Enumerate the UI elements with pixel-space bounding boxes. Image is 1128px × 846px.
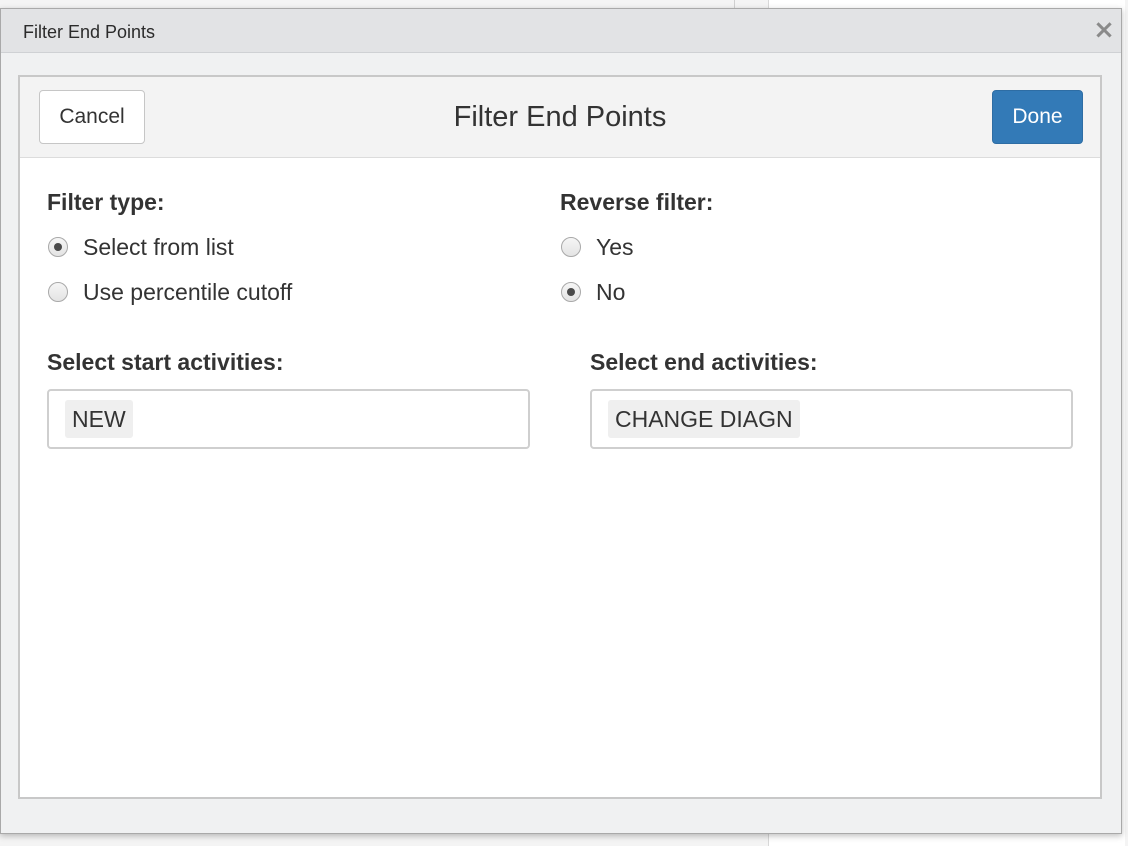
radio-reverse-no[interactable]: No	[561, 277, 625, 307]
selected-activity-chip[interactable]: CHANGE DIAGN	[608, 400, 800, 438]
end-activities-label: Select end activities:	[590, 349, 818, 375]
radio-use-percentile-cutoff[interactable]: Use percentile cutoff	[48, 277, 292, 307]
reverse-filter-label: Reverse filter:	[560, 189, 714, 215]
radio-reverse-yes[interactable]: Yes	[561, 232, 634, 262]
start-activities-select[interactable]: NEW	[47, 389, 530, 449]
radio-label: Yes	[596, 233, 634, 260]
radio-button-icon[interactable]	[48, 282, 68, 302]
filter-dialog-window: Filter End Points × Cancel Filter End Po…	[0, 8, 1122, 834]
radio-select-from-list[interactable]: Select from list	[48, 232, 234, 262]
done-button[interactable]: Done	[992, 90, 1083, 144]
filter-modal: Cancel Filter End Points Done Filter typ…	[18, 75, 1102, 799]
modal-title: Filter End Points	[453, 101, 667, 133]
selected-activity-chip[interactable]: NEW	[65, 400, 133, 438]
radio-button-icon[interactable]	[561, 282, 581, 302]
dialog-titlebar: Filter End Points ×	[1, 9, 1121, 53]
dialog-window-title: Filter End Points	[23, 22, 156, 42]
start-activities-label: Select start activities:	[47, 349, 284, 375]
radio-button-icon[interactable]	[48, 237, 68, 257]
modal-header: Cancel Filter End Points Done	[20, 77, 1100, 158]
radio-label: Use percentile cutoff	[83, 278, 293, 305]
filter-type-label: Filter type:	[47, 189, 165, 215]
end-activities-select[interactable]: CHANGE DIAGN	[590, 389, 1073, 449]
radio-label: No	[596, 278, 626, 305]
radio-button-icon[interactable]	[561, 237, 581, 257]
radio-label: Select from list	[83, 233, 234, 260]
close-icon[interactable]: ×	[1091, 17, 1117, 43]
